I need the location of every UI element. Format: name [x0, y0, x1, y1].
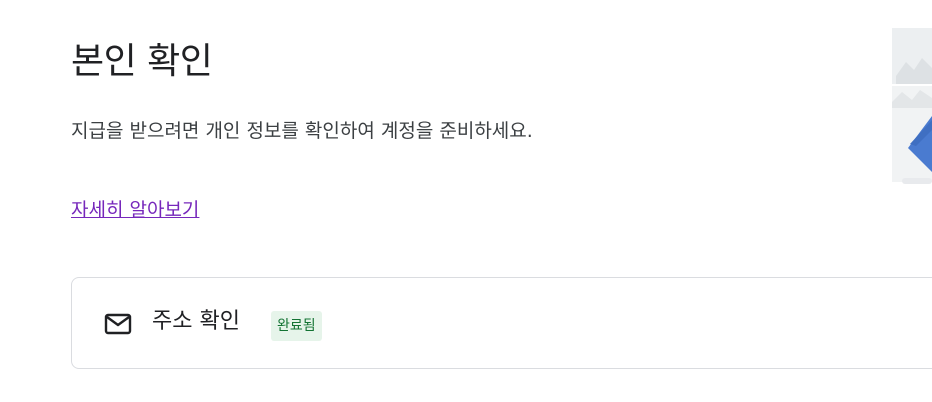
address-verification-card[interactable]: 주소 확인 완료됨 [71, 277, 932, 369]
status-badge: 완료됨 [271, 311, 322, 341]
page-description: 지급을 받으려면 개인 정보를 확인하여 계정을 준비하세요. [71, 120, 533, 142]
verification-illustration [892, 28, 932, 186]
page-title: 본인 확인 [71, 41, 213, 82]
card-label: 주소 확인 [152, 309, 240, 334]
page: 본인 확인 지급을 받으려면 개인 정보를 확인하여 계정을 준비하세요. 자세… [0, 0, 932, 402]
mail-icon [104, 312, 132, 336]
learn-more-link[interactable]: 자세히 알아보기 [71, 196, 199, 224]
